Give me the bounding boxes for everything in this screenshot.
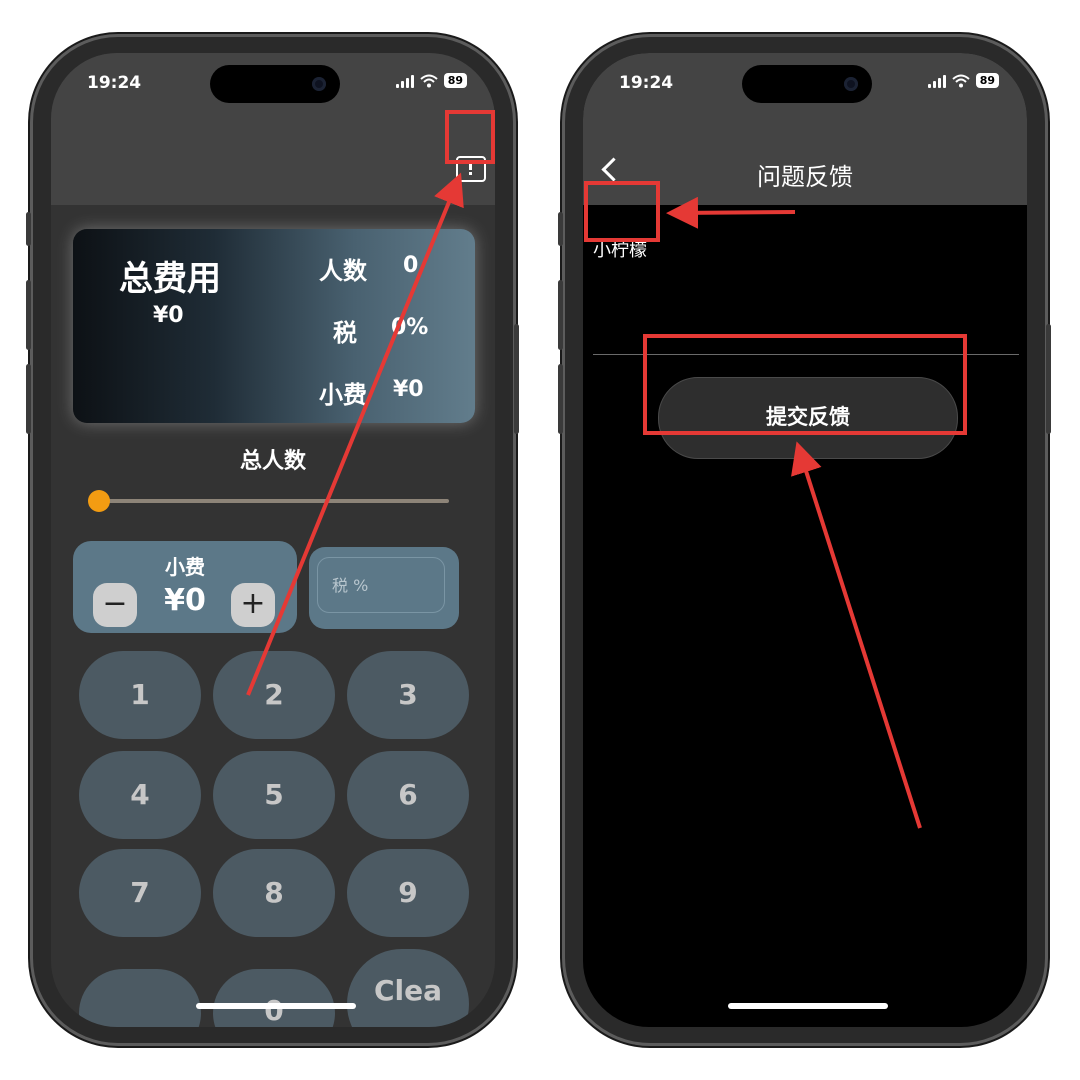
key-9[interactable]: 9 <box>347 849 469 937</box>
side-button <box>1046 324 1051 434</box>
home-indicator <box>196 1003 356 1009</box>
wifi-icon <box>420 74 438 87</box>
submit-feedback-button[interactable]: 提交反馈 <box>658 377 958 459</box>
key-1[interactable]: 1 <box>79 651 201 739</box>
side-button <box>558 364 563 434</box>
people-slider-thumb[interactable] <box>88 490 110 512</box>
tax-input[interactable] <box>317 557 445 613</box>
key-dot[interactable]: . <box>79 969 201 1027</box>
people-slider-track[interactable] <box>99 499 449 503</box>
status-time: 19:24 <box>619 73 674 93</box>
tip-box: 小费 − ¥0 + <box>73 541 297 633</box>
status-icons: 89 <box>927 73 999 88</box>
dynamic-island <box>210 65 340 103</box>
battery-icon: 89 <box>443 73 467 88</box>
key-0[interactable]: 0 <box>213 969 335 1027</box>
page-title: 问题反馈 <box>757 163 853 191</box>
phone-frame-left: 19:24 89 总费用 ¥0 人数 0 税 0% 小费 ¥0 总人数 小费 − <box>26 34 519 1046</box>
side-button <box>558 280 563 350</box>
camera-icon <box>844 77 858 91</box>
key-7[interactable]: 7 <box>79 849 201 937</box>
phone-frame-right: 问题反馈 19:24 89 小柠檬 提交反馈 <box>558 34 1051 1046</box>
total-cost-value: ¥0 <box>153 303 184 328</box>
camera-icon <box>312 77 326 91</box>
feedback-text-field[interactable]: 小柠檬 <box>593 236 647 262</box>
tax-value: 0% <box>391 315 429 340</box>
summary-card: 总费用 ¥0 人数 0 税 0% 小费 ¥0 <box>73 229 475 423</box>
tax-box <box>309 547 459 629</box>
key-6[interactable]: 6 <box>347 751 469 839</box>
side-button <box>558 212 563 246</box>
calculator-screen: 19:24 89 总费用 ¥0 人数 0 税 0% 小费 ¥0 总人数 小费 − <box>51 53 495 1027</box>
signal-icon <box>927 74 946 88</box>
key-3[interactable]: 3 <box>347 651 469 739</box>
signal-icon <box>395 74 414 88</box>
people-label: 人数 <box>319 257 367 285</box>
dynamic-island <box>742 65 872 103</box>
side-button <box>514 324 519 434</box>
side-button <box>26 212 31 246</box>
key-clear[interactable]: Clea <box>347 949 469 1027</box>
status-icons: 89 <box>395 73 467 88</box>
status-time: 19:24 <box>87 73 142 93</box>
tax-label: 税 <box>333 319 357 347</box>
tip-label: 小费 <box>165 555 205 579</box>
feedback-screen: 问题反馈 19:24 89 小柠檬 提交反馈 <box>583 53 1027 1027</box>
slider-title: 总人数 <box>239 449 306 474</box>
battery-icon: 89 <box>975 73 999 88</box>
side-button <box>26 280 31 350</box>
key-2[interactable]: 2 <box>213 651 335 739</box>
tip-summary-value: ¥0 <box>393 377 424 402</box>
key-8[interactable]: 8 <box>213 849 335 937</box>
feedback-icon[interactable] <box>456 156 486 182</box>
divider <box>593 354 1019 355</box>
key-4[interactable]: 4 <box>79 751 201 839</box>
total-cost-title: 总费用 <box>119 259 221 299</box>
tip-summary-label: 小费 <box>319 381 367 409</box>
tip-plus-button[interactable]: + <box>231 583 275 627</box>
home-indicator <box>728 1003 888 1009</box>
key-5[interactable]: 5 <box>213 751 335 839</box>
wifi-icon <box>952 74 970 87</box>
side-button <box>26 364 31 434</box>
people-value: 0 <box>403 253 419 278</box>
